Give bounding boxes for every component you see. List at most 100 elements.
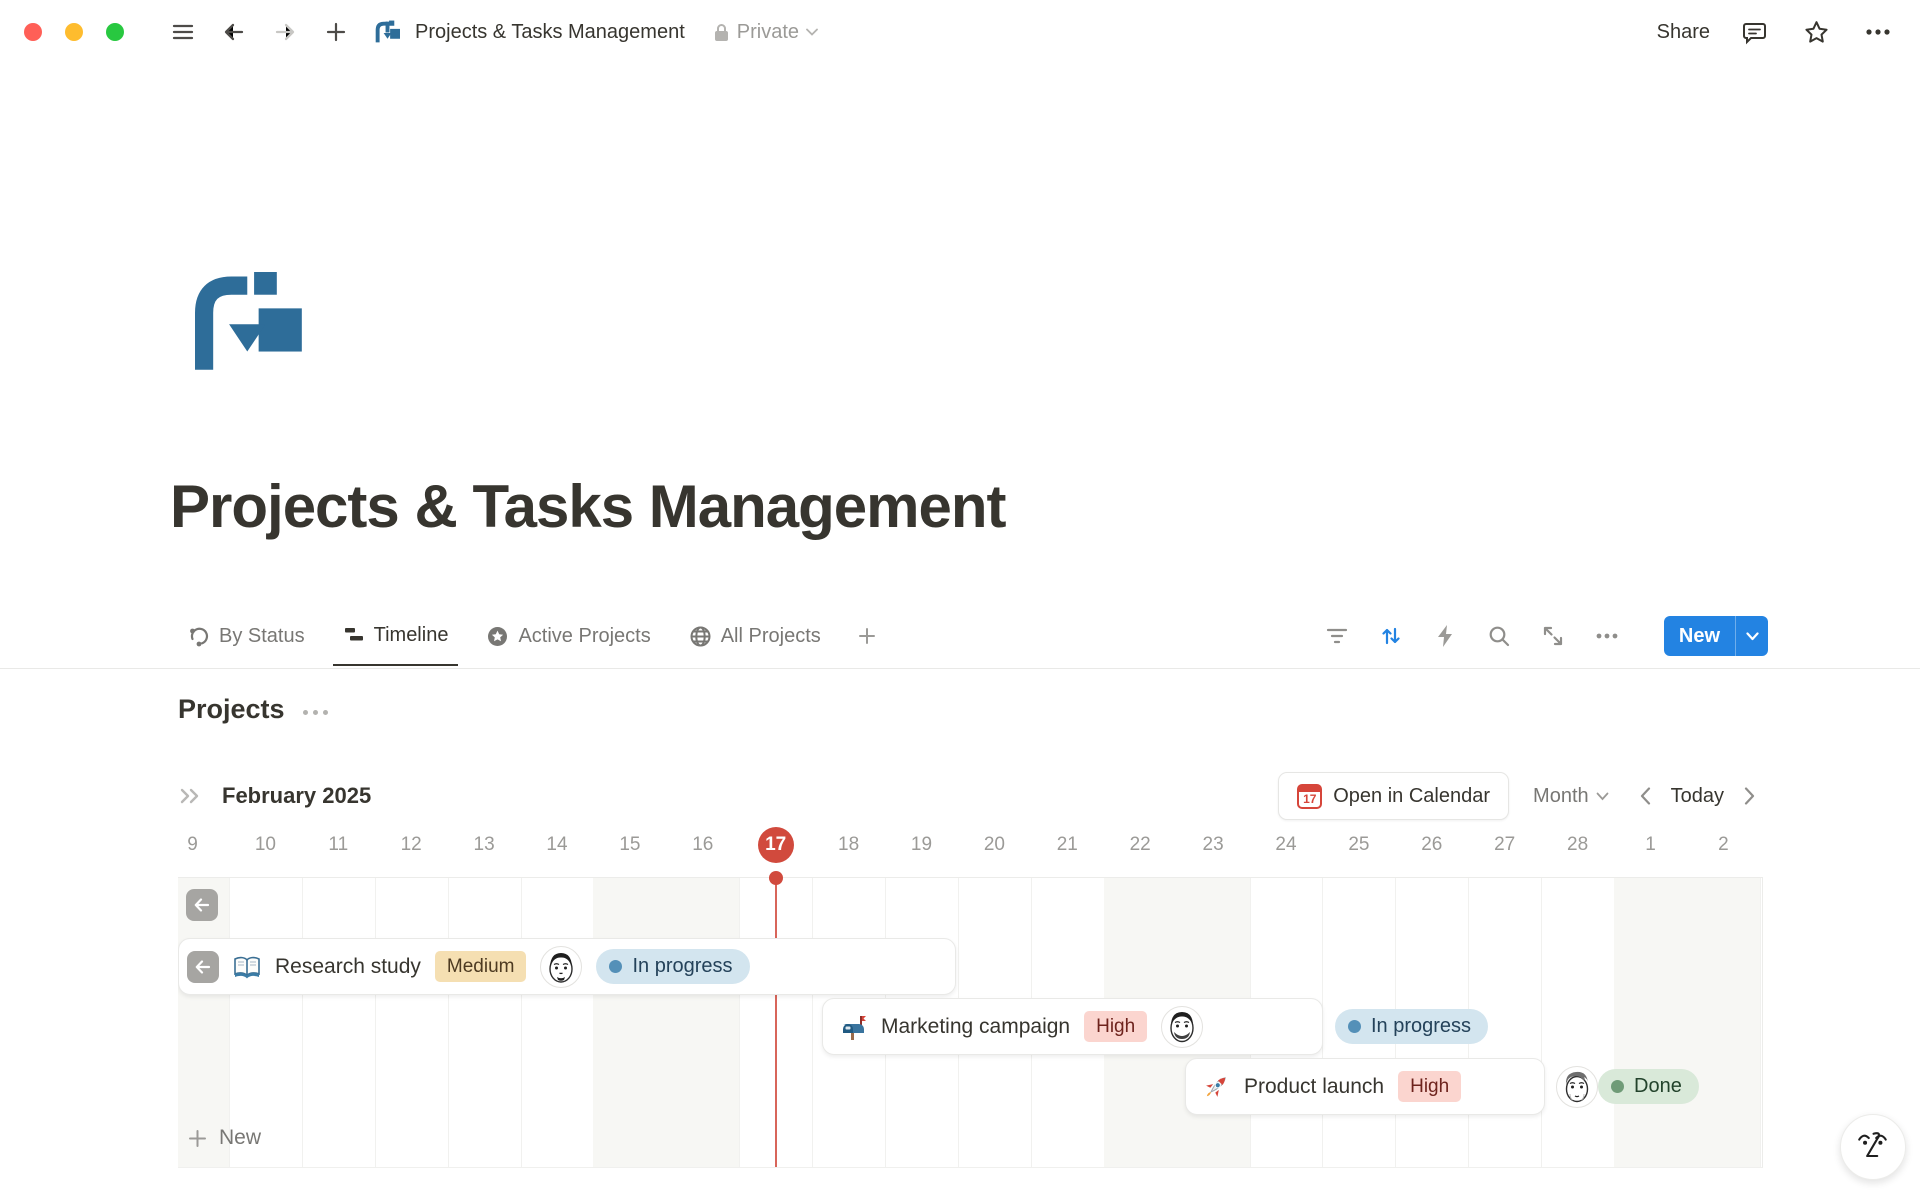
sort-icon[interactable] — [1374, 619, 1408, 653]
date-label[interactable]: 28 — [1567, 834, 1588, 856]
grid-column — [1614, 878, 1688, 1167]
filter-icon[interactable] — [1320, 619, 1354, 653]
date-label[interactable]: 23 — [1203, 834, 1224, 856]
favorite-star-icon[interactable] — [1798, 14, 1834, 50]
breadcrumb-page-title[interactable]: Projects & Tasks Management — [415, 21, 685, 44]
date-label[interactable]: 16 — [692, 834, 713, 856]
window-zoom-button[interactable] — [106, 23, 124, 41]
date-label[interactable]: 19 — [911, 834, 932, 856]
grid-column — [1541, 878, 1615, 1167]
new-button[interactable]: New — [1664, 616, 1768, 656]
privacy-dropdown[interactable]: Private — [713, 21, 818, 44]
window-close-button[interactable] — [24, 23, 42, 41]
new-tab-plus-icon[interactable] — [318, 14, 354, 50]
timeline-bars-icon — [343, 624, 365, 646]
today-button[interactable]: Today — [1671, 785, 1724, 808]
date-label[interactable]: 24 — [1275, 834, 1296, 856]
collapse-double-chevron-icon[interactable] — [178, 785, 204, 807]
date-label[interactable]: 20 — [984, 834, 1005, 856]
tabs-divider — [0, 668, 1920, 669]
page-title[interactable]: Projects & Tasks Management — [170, 472, 1006, 541]
date-label[interactable]: 13 — [474, 834, 495, 856]
bar-starts-earlier-button[interactable] — [187, 951, 219, 983]
date-label[interactable]: 10 — [255, 834, 276, 856]
view-more-icon[interactable] — [1590, 619, 1624, 653]
date-label[interactable]: 22 — [1130, 834, 1151, 856]
task-name: Product launch — [1244, 1075, 1384, 1099]
lock-icon — [713, 23, 730, 42]
add-view-plus-icon[interactable] — [849, 618, 885, 654]
timeline-bar-product-launch[interactable]: Product launch High — [1185, 1058, 1545, 1115]
date-label-today[interactable]: 17 — [758, 827, 794, 863]
date-label[interactable]: 14 — [546, 834, 567, 856]
section-title[interactable]: Projects — [178, 694, 285, 725]
ai-face-icon — [1855, 1129, 1891, 1165]
grid-column — [666, 878, 740, 1167]
top-bar: Projects & Tasks Management Private Shar… — [0, 0, 1920, 64]
page-logo-icon — [369, 14, 405, 50]
date-label[interactable]: 1 — [1645, 834, 1656, 856]
scroll-to-bar-left-button[interactable] — [186, 889, 218, 921]
sidebar-menu-icon[interactable] — [165, 14, 201, 50]
zoom-level-dropdown[interactable]: Month — [1533, 785, 1609, 808]
tab-by-status[interactable]: By Status — [178, 606, 315, 666]
new-button-label[interactable]: New — [1664, 616, 1735, 656]
window-minimize-button[interactable] — [65, 23, 83, 41]
date-label[interactable]: 2 — [1718, 834, 1729, 856]
grid-column — [229, 878, 303, 1167]
new-timeline-item-button[interactable]: New — [188, 1126, 261, 1150]
timeline-bar-research-study[interactable]: Research study Medium In progress — [178, 938, 956, 995]
timeline-grid: Research study Medium In progress — [178, 877, 1763, 1168]
status-dot — [609, 960, 622, 973]
priority-tag: High — [1398, 1071, 1461, 1102]
more-options-icon[interactable] — [1860, 14, 1896, 50]
tab-label: By Status — [219, 625, 305, 648]
search-icon[interactable] — [1482, 619, 1516, 653]
plus-icon — [188, 1129, 207, 1148]
task-name: Research study — [275, 955, 421, 979]
assignee-avatar — [1161, 1006, 1203, 1048]
tab-label: Timeline — [374, 624, 449, 647]
timeline-dates-row: 9101112131415161718192021222324252627281… — [178, 822, 1762, 868]
task-name: Marketing campaign — [881, 1015, 1070, 1039]
status-dot — [1348, 1020, 1361, 1033]
timeline-month-label: February 2025 — [222, 783, 371, 809]
date-label[interactable]: 11 — [328, 834, 348, 856]
next-month-icon[interactable] — [1734, 781, 1764, 811]
date-label[interactable]: 15 — [619, 834, 640, 856]
comments-icon[interactable] — [1736, 14, 1772, 50]
prev-month-icon[interactable] — [1631, 781, 1661, 811]
date-label[interactable]: 26 — [1421, 834, 1442, 856]
date-label[interactable]: 27 — [1494, 834, 1515, 856]
assignee-avatar — [540, 946, 582, 988]
open-in-calendar-button[interactable]: 17 Open in Calendar — [1278, 772, 1509, 820]
expand-icon[interactable] — [1536, 619, 1570, 653]
section-more-icon[interactable] — [303, 704, 328, 715]
tab-timeline[interactable]: Timeline — [333, 606, 459, 666]
back-icon[interactable] — [216, 14, 252, 50]
open-in-calendar-label: Open in Calendar — [1333, 785, 1490, 808]
tab-label: All Projects — [721, 625, 821, 648]
ai-assistant-button[interactable] — [1840, 1114, 1906, 1180]
view-toolbar: New — [1320, 616, 1768, 656]
date-label[interactable]: 25 — [1348, 834, 1369, 856]
timeline-bar-marketing-campaign[interactable]: Marketing campaign High — [822, 998, 1323, 1055]
new-button-caret-icon[interactable] — [1735, 616, 1768, 656]
tab-active-projects[interactable]: Active Projects — [476, 606, 660, 666]
privacy-label: Private — [737, 21, 799, 44]
share-button[interactable]: Share — [1657, 21, 1710, 44]
tab-all-projects[interactable]: All Projects — [679, 606, 831, 666]
grid-column — [593, 878, 667, 1167]
date-label[interactable]: 12 — [401, 834, 422, 856]
date-label[interactable]: 18 — [838, 834, 859, 856]
forward-icon[interactable] — [267, 14, 303, 50]
date-label[interactable]: 9 — [187, 834, 198, 856]
status-cycle-icon — [188, 625, 210, 647]
priority-tag: Medium — [435, 951, 527, 982]
app-window: Projects & Tasks Management Private Shar… — [0, 0, 1920, 1200]
date-label[interactable]: 21 — [1057, 834, 1078, 856]
status-pill-outside: In progress — [1335, 1009, 1488, 1044]
automation-bolt-icon[interactable] — [1428, 619, 1462, 653]
page-cover-logo-icon[interactable] — [186, 272, 304, 372]
grid-column — [178, 878, 230, 1167]
